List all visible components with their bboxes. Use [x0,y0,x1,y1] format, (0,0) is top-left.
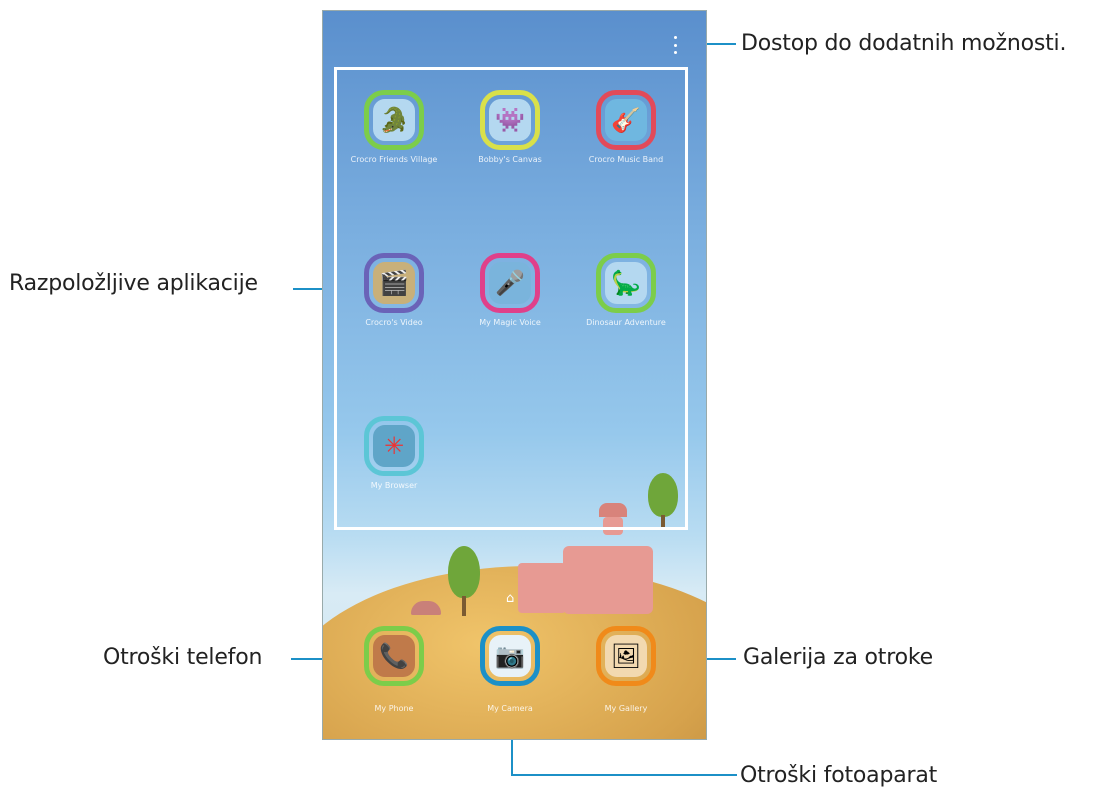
app-dinosaur-adventure[interactable]: 🦕 [596,253,656,313]
app-my-magic-voice[interactable]: 🎤 [480,253,540,313]
phone-icon: 📞 [373,635,415,677]
app-crocros-video[interactable]: 🎬 [364,253,424,313]
app-label: Crocro Music Band [588,155,664,164]
dock-app-my-camera[interactable]: 📷 [480,626,540,686]
pink-monster-icon: 👾 [489,99,531,141]
dock-app-my-gallery[interactable]: 🖼 [596,626,656,686]
tree-left [448,546,480,598]
app-crocro-music-band[interactable]: 🎸 [596,90,656,150]
gallery-icon: 🖼 [605,635,647,677]
crocodile-house-icon: 🐊 [373,99,415,141]
app-label: My Browser [370,481,418,490]
browser-wheel-icon: ✳ [373,425,415,467]
callout-kids-phone: Otroški telefon [103,645,263,670]
app-bobbys-canvas[interactable]: 👾 [480,90,540,150]
dinosaur-icon: 🦕 [605,262,647,304]
app-label: Crocro Friends Village [350,155,438,164]
video-monster-icon: 🎬 [373,262,415,304]
home-icon: ⌂ [506,591,515,606]
more-options-icon[interactable] [671,36,679,54]
app-my-browser[interactable]: ✳ [364,416,424,476]
music-band-icon: 🎸 [605,99,647,141]
castle-house [563,546,653,614]
callout-kids-camera: Otroški fotoaparat [740,763,938,788]
callout-available-apps: Razpoložljive aplikacije [9,271,258,296]
app-crocro-friends-village[interactable]: 🐊 [364,90,424,150]
callout-more-options: Dostop do dodatnih možnosti. [741,31,1067,56]
microphone-icon: 🎤 [489,262,531,304]
app-label: Crocro's Video [365,318,423,327]
app-label: My Magic Voice [479,318,541,327]
house-left [518,563,566,613]
dock-app-label: My Phone [374,704,414,713]
app-label: Bobby's Canvas [478,155,542,164]
camera-icon: 📷 [489,635,531,677]
tree-left-trunk [462,596,466,616]
dock-app-my-phone[interactable]: 📞 [364,626,424,686]
callout-line-kids-camera-horizontal [511,774,737,776]
dock-app-label: My Gallery [604,704,648,713]
mushroom-house [411,601,441,615]
callout-kids-gallery: Galerija za otroke [743,645,933,670]
app-label: Dinosaur Adventure [586,318,666,327]
dock-app-label: My Camera [487,704,533,713]
